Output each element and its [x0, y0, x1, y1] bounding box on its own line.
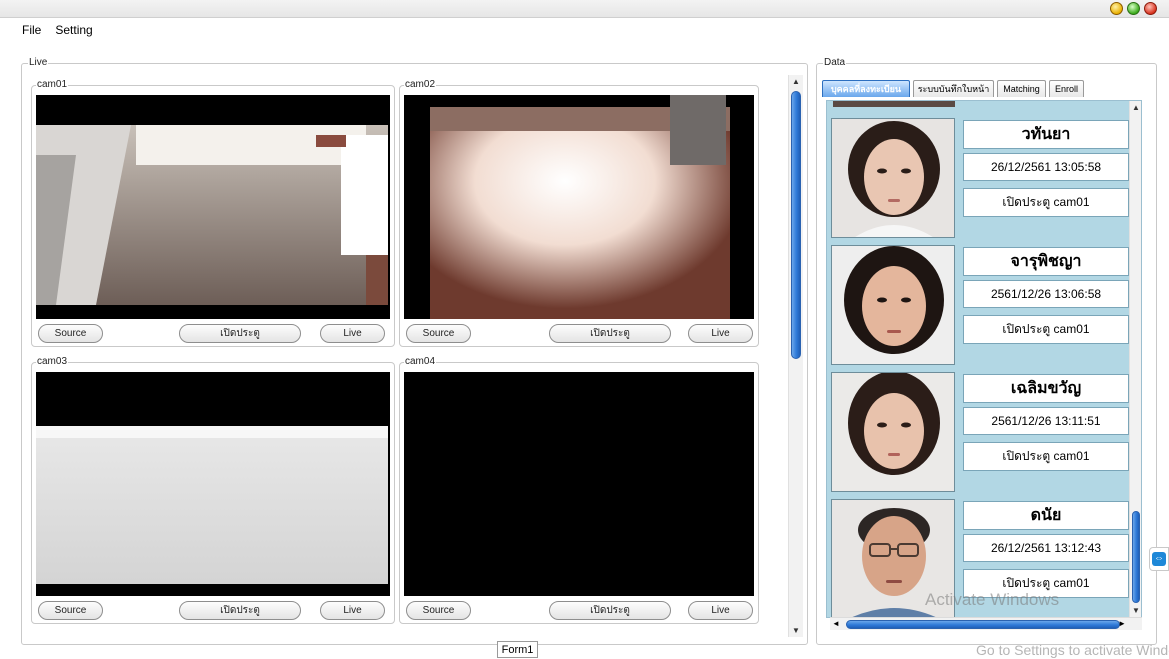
- scroll-up-arrow-icon[interactable]: ▲: [1130, 101, 1141, 114]
- remote-connection-button[interactable]: ⇔: [1149, 547, 1169, 571]
- maximize-button[interactable]: [1127, 2, 1140, 15]
- camera-label: cam01: [36, 79, 69, 91]
- live-scrollbar[interactable]: ▲ ▼: [788, 75, 803, 637]
- record-timestamp: 26/12/2561 13:05:58: [963, 153, 1129, 181]
- list-item[interactable]: เฉลิมขวัญ 2561/12/26 13:11:51 เปิดประตู …: [831, 372, 1129, 492]
- record-door-event: เปิดประตู cam01: [963, 188, 1129, 217]
- record-name: เฉลิมขวัญ: [963, 374, 1129, 403]
- records-list: วทันยา 26/12/2561 13:05:58 เปิดประตู cam…: [826, 100, 1142, 618]
- face-photo: [831, 118, 955, 238]
- video-feed-cam02: [404, 95, 754, 319]
- camera-label: cam04: [404, 356, 437, 368]
- record-name: วทันยา: [963, 120, 1129, 149]
- list-item[interactable]: จารุพิชญา 2561/12/26 13:06:58 เปิดประตู …: [831, 245, 1129, 365]
- camera-panel-cam02: cam02 Source เปิดประตู Live: [399, 79, 759, 347]
- tab-registered-persons[interactable]: บุคคลที่ลงทะเบียน: [822, 80, 910, 97]
- scroll-left-arrow-icon[interactable]: ◄: [832, 619, 840, 628]
- form-label[interactable]: Form1: [497, 641, 538, 658]
- record-timestamp: 26/12/2561 13:12:43: [963, 534, 1129, 562]
- record-door-event: เปิดประตู cam01: [963, 442, 1129, 471]
- open-door-button[interactable]: เปิดประตู: [179, 324, 301, 343]
- source-button[interactable]: Source: [38, 324, 103, 343]
- data-panel-label: Data: [823, 57, 847, 69]
- minimize-button[interactable]: [1110, 2, 1123, 15]
- scroll-up-arrow-icon[interactable]: ▲: [789, 75, 803, 88]
- live-scroll-thumb[interactable]: [791, 91, 801, 359]
- close-button[interactable]: [1144, 2, 1157, 15]
- window-title-bar: [0, 0, 1169, 18]
- video-feed-cam01: [36, 95, 390, 319]
- face-image: [832, 119, 954, 237]
- live-button[interactable]: Live: [320, 601, 385, 620]
- record-timestamp: 2561/12/26 13:11:51: [963, 407, 1129, 435]
- tab-matching[interactable]: Matching: [997, 80, 1046, 97]
- menu-setting[interactable]: Setting: [55, 23, 92, 37]
- tab-enroll[interactable]: Enroll: [1049, 80, 1084, 97]
- records-scroll-thumb[interactable]: [1132, 511, 1140, 603]
- video-frame-cam03: [36, 372, 388, 596]
- face-photo: [831, 372, 955, 492]
- live-panel-label: Live: [28, 57, 49, 69]
- activation-watermark-text: Go to Settings to activate Windows.: [976, 642, 1169, 658]
- scroll-down-arrow-icon[interactable]: ▼: [789, 624, 803, 637]
- source-button[interactable]: Source: [406, 601, 471, 620]
- record-name: จารุพิชญา: [963, 247, 1129, 276]
- camera-panel-cam01: cam01 Source เปิดประตู Live: [31, 79, 395, 347]
- window-controls: [1110, 2, 1157, 15]
- camera-label: cam03: [36, 356, 69, 368]
- activation-watermark-title: Activate Windows: [925, 590, 1060, 609]
- camera-panel-cam04: cam04 Source เปิดประตู Live: [399, 356, 759, 624]
- camera-label: cam02: [404, 79, 437, 91]
- source-button[interactable]: Source: [406, 324, 471, 343]
- open-door-button[interactable]: เปิดประตู: [549, 601, 671, 620]
- records-horizontal-thumb[interactable]: [846, 620, 1120, 629]
- records-scrollbar[interactable]: ▲ ▼: [1129, 101, 1141, 617]
- source-button[interactable]: Source: [38, 601, 103, 620]
- previous-record-edge: [833, 101, 955, 107]
- video-frame-cam01: [36, 95, 388, 319]
- scroll-down-arrow-icon[interactable]: ▼: [1130, 604, 1141, 617]
- swap-arrows-icon: ⇔: [1152, 552, 1166, 566]
- open-door-button[interactable]: เปิดประตู: [179, 601, 301, 620]
- live-button[interactable]: Live: [688, 601, 753, 620]
- face-image: [832, 246, 954, 364]
- face-photo: [831, 245, 955, 365]
- tab-face-log[interactable]: ระบบบันทึกใบหน้า: [913, 80, 994, 97]
- face-image: [832, 373, 954, 491]
- live-button[interactable]: Live: [320, 324, 385, 343]
- video-feed-cam03: [36, 372, 390, 596]
- record-timestamp: 2561/12/26 13:06:58: [963, 280, 1129, 308]
- menu-file[interactable]: File: [22, 23, 41, 37]
- record-name: ดนัย: [963, 501, 1129, 530]
- record-door-event: เปิดประตู cam01: [963, 315, 1129, 344]
- camera-panel-cam03: cam03 Source เปิดประตู Live: [31, 356, 395, 624]
- scroll-right-arrow-icon[interactable]: ►: [1118, 619, 1126, 628]
- menu-bar: File Setting: [0, 19, 1169, 41]
- video-feed-cam04: [404, 372, 754, 596]
- video-frame-cam02: [404, 95, 754, 319]
- live-button[interactable]: Live: [688, 324, 753, 343]
- records-horizontal-scrollbar[interactable]: ◄ ►: [830, 617, 1142, 630]
- list-item[interactable]: วทันยา 26/12/2561 13:05:58 เปิดประตู cam…: [831, 118, 1129, 238]
- open-door-button[interactable]: เปิดประตู: [549, 324, 671, 343]
